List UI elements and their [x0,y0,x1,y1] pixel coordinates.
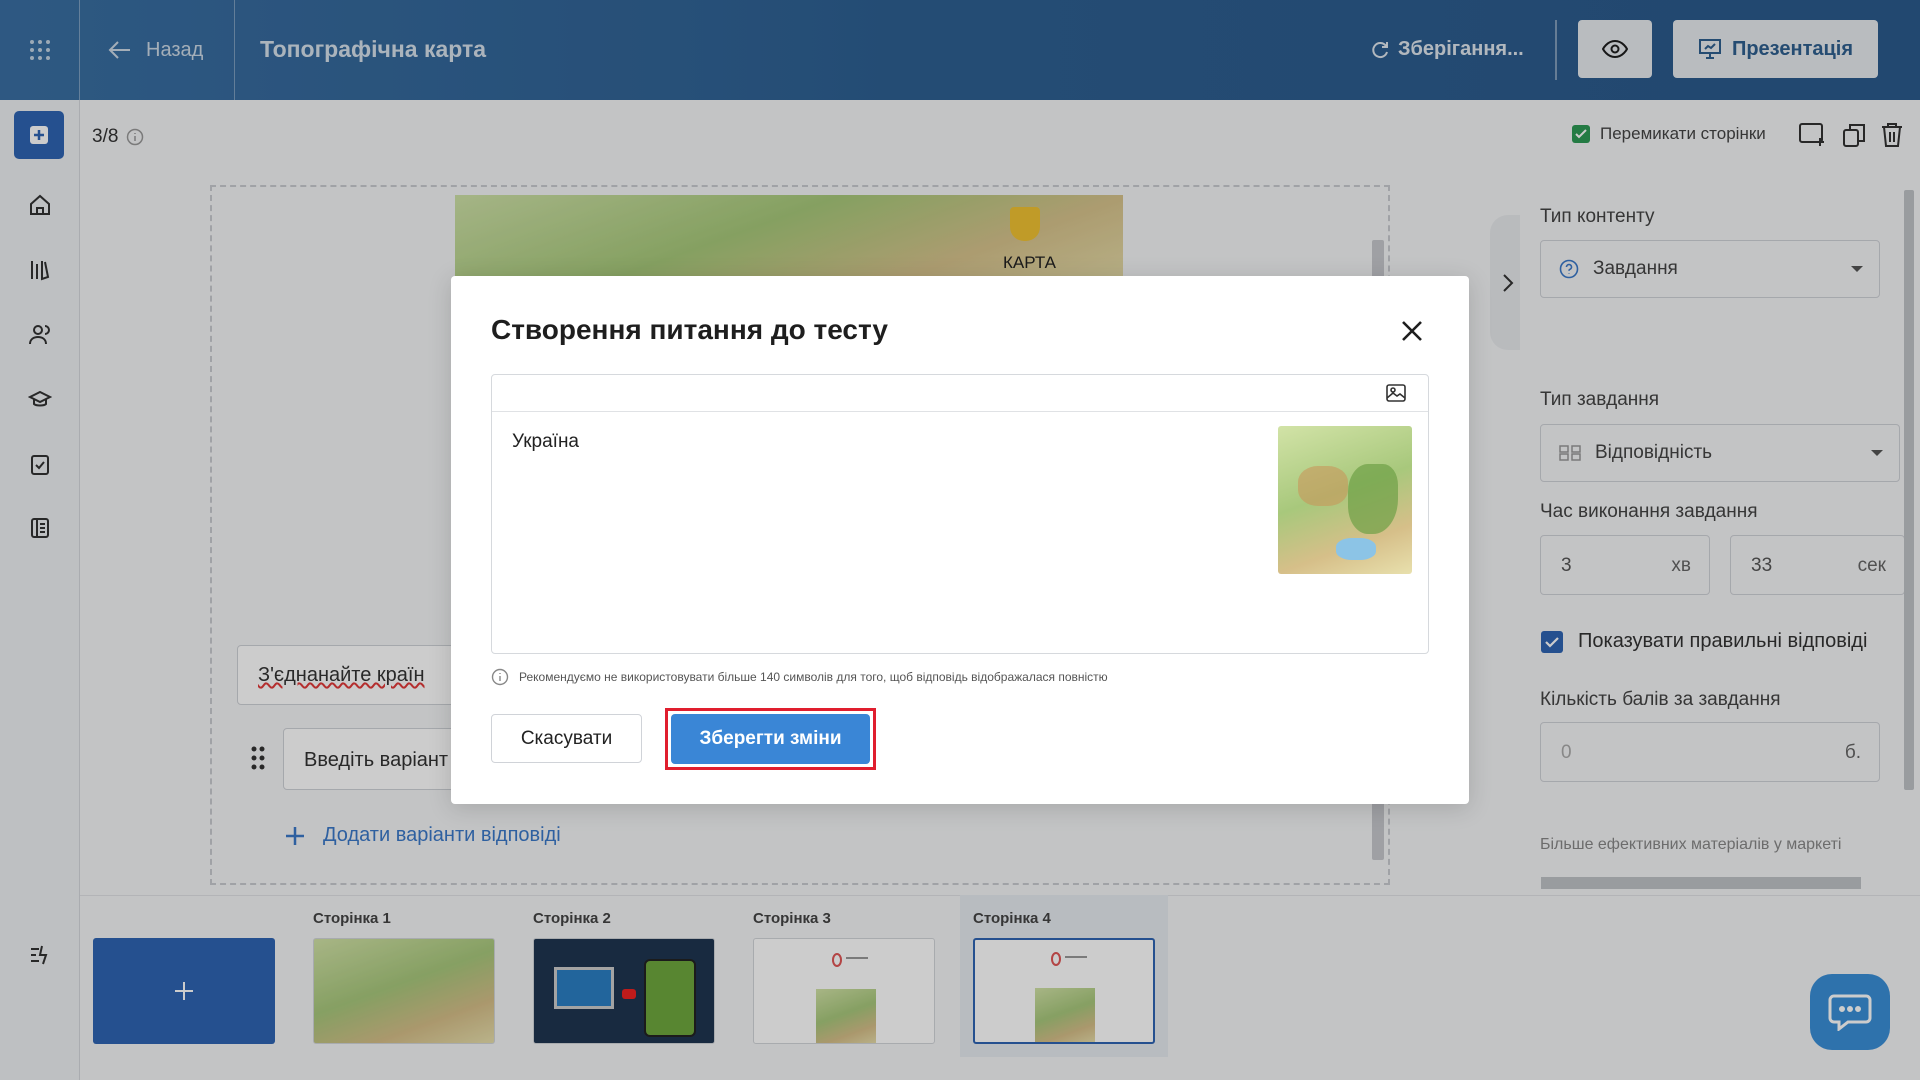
hint-text: Рекомендуємо не використовувати більше 1… [519,670,1108,684]
editor-text: Україна [512,431,580,452]
character-hint: Рекомендуємо не використовувати більше 1… [491,668,1108,686]
create-question-modal: Створення питання до тесту Україна Реком… [451,276,1469,804]
close-icon[interactable] [1401,320,1427,346]
map-sea [1336,538,1376,560]
modal-title: Створення питання до тесту [491,314,888,345]
attached-map-image[interactable] [1278,426,1412,574]
map-region [1348,464,1398,534]
cancel-button[interactable]: Скасувати [491,714,642,763]
map-region [1298,466,1348,506]
info-icon [491,668,509,686]
insert-image-icon[interactable] [1386,384,1406,402]
save-changes-button[interactable]: Зберегти зміни [671,714,870,764]
editor-toolbar [492,375,1428,412]
question-editor[interactable]: Україна [491,374,1429,654]
